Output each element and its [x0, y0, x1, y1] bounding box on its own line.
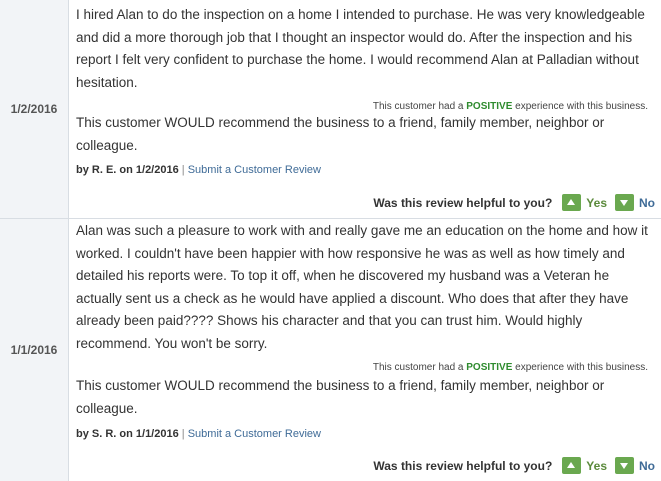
- byline-separator: |: [181, 164, 185, 176]
- positive-badge: POSITIVE: [466, 362, 513, 373]
- thumbs-up-icon[interactable]: [562, 457, 582, 474]
- recommend-text: This customer WOULD recommend the busine…: [76, 378, 605, 416]
- review-byline: by S. R. on 1/1/2016 | Submit a Customer…: [76, 428, 651, 440]
- positive-badge: POSITIVE: [466, 101, 513, 112]
- review-date-cell: 1/2/2016: [0, 0, 69, 218]
- helpful-question: Was this review helpful to you?: [373, 195, 553, 210]
- submit-review-link[interactable]: Submit a Customer Review: [188, 164, 321, 176]
- review-date-cell: 1/1/2016: [0, 219, 69, 481]
- review-text: Alan was such a pleasure to work with an…: [76, 223, 648, 351]
- vote-no-button[interactable]: No: [639, 196, 655, 210]
- thumbs-down-icon[interactable]: [615, 194, 634, 211]
- recommend-text: This customer WOULD recommend the busine…: [76, 115, 605, 153]
- review-byline: by R. E. on 1/2/2016 | Submit a Customer…: [76, 164, 651, 176]
- review-by-date: on 1/2/2016: [116, 164, 182, 176]
- review-item: 1/2/2016 I hired Alan to do the inspecti…: [0, 0, 661, 219]
- thumbs-down-icon[interactable]: [615, 457, 634, 474]
- experience-line: This customer had a POSITIVE experience …: [76, 362, 648, 373]
- reviewer-name: by S. R.: [76, 428, 117, 440]
- review-body: Alan was such a pleasure to work with an…: [69, 219, 661, 481]
- byline-separator: |: [181, 428, 185, 440]
- reviewer-name: by R. E.: [76, 164, 117, 176]
- vote-yes-button[interactable]: Yes: [586, 459, 607, 473]
- experience-suffix: experience with this business.: [512, 101, 648, 112]
- experience-prefix: This customer had a: [372, 362, 467, 373]
- submit-review-link[interactable]: Submit a Customer Review: [188, 428, 321, 440]
- experience-prefix: This customer had a: [372, 101, 467, 112]
- vote-yes-button[interactable]: Yes: [586, 196, 607, 210]
- review-body: I hired Alan to do the inspection on a h…: [69, 0, 661, 218]
- review-item: 1/1/2016 Alan was such a pleasure to wor…: [0, 219, 661, 481]
- experience-line: This customer had a POSITIVE experience …: [76, 101, 648, 112]
- helpful-vote: Was this review helpful to you? Yes No: [373, 457, 655, 474]
- review-by-date: on 1/1/2016: [116, 428, 182, 440]
- review-date: 1/1/2016: [10, 343, 58, 357]
- review-text: I hired Alan to do the inspection on a h…: [76, 7, 645, 90]
- thumbs-up-icon[interactable]: [562, 194, 582, 211]
- vote-no-button[interactable]: No: [639, 459, 655, 473]
- review-date: 1/2/2016: [10, 102, 58, 116]
- helpful-question: Was this review helpful to you?: [373, 458, 553, 473]
- helpful-vote: Was this review helpful to you? Yes No: [373, 194, 655, 211]
- experience-suffix: experience with this business.: [512, 362, 648, 373]
